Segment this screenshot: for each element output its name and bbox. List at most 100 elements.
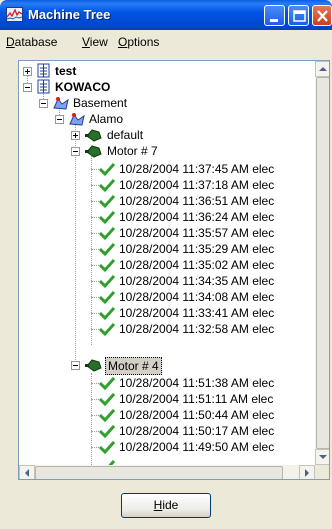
scroll-down-button[interactable] (315, 449, 329, 465)
maximize-icon (293, 10, 306, 22)
database-icon (37, 79, 50, 94)
tree-node-measurement[interactable]: 10/28/2004 11:50:44 AM elec (19, 407, 309, 423)
tree-node-measurement[interactable]: 10/28/2004 11:51:11 AM elec (19, 391, 309, 407)
minimize-icon (270, 19, 278, 22)
tree-node-measurement[interactable]: 10/28/2004 11:35:02 AM elec (19, 257, 309, 273)
tree-node-measurement[interactable]: 10/28/2004 11:35:57 AM elec (19, 225, 309, 241)
expand-toggle[interactable] (71, 131, 80, 140)
measurement-label: 10/28/2004 11:50:44 AM elec (119, 408, 275, 422)
menu-view-accel: V (82, 35, 90, 49)
tree-node-default[interactable]: default (19, 127, 309, 143)
tree-node-measurement[interactable]: 10/28/2004 11:34:35 AM elec (19, 273, 309, 289)
checkmark-icon (99, 408, 115, 423)
measurement-label: 10/28/2004 11:34:08 AM elec (119, 290, 275, 304)
tree-node-label: Motor # 4 (105, 357, 162, 375)
motor-icon (85, 129, 102, 142)
tree-node-alamo[interactable]: Alamo (19, 111, 309, 127)
collapse-toggle[interactable] (71, 147, 80, 156)
measurement-label: 10/28/2004 11:36:24 AM elec (119, 210, 275, 224)
menu-database-accel: D (6, 35, 15, 49)
machine-tree-view[interactable]: test KOWACO Basement Alamo default Motor… (18, 60, 330, 480)
vertical-scroll-thumb[interactable] (316, 77, 329, 449)
machine-tree-window: Machine Tree Database View Options test … (0, 0, 332, 529)
menu-view-rest: iew (89, 35, 108, 49)
maximize-button[interactable] (288, 5, 309, 26)
checkmark-icon (99, 162, 115, 177)
menu-options-rest: ptions (127, 35, 160, 49)
measurement-label: 10/28/2004 11:36:51 AM elec (119, 194, 275, 208)
checkmark-icon (99, 392, 115, 407)
tree-node-measurement[interactable]: 10/28/2004 11:35:29 AM elec (19, 241, 309, 257)
scroll-right-button[interactable] (299, 465, 315, 479)
checkmark-icon (99, 226, 115, 241)
tree-node-label: Basement (73, 96, 128, 110)
hide-button-rest: ide (162, 498, 179, 512)
tree-node-motor-4[interactable]: Motor # 4 (19, 357, 309, 375)
expand-toggle[interactable] (23, 67, 32, 76)
checkmark-icon (99, 424, 115, 439)
menu-options[interactable]: Options (118, 35, 159, 49)
motor-icon (85, 145, 102, 158)
tree-node-measurement[interactable]: 10/28/2004 11:36:51 AM elec (19, 193, 309, 209)
measurement-label: 10/28/2004 11:35:57 AM elec (119, 226, 275, 240)
measurement-label: 10/28/2004 11:51:11 AM elec (119, 392, 274, 406)
measurement-label: 10/28/2004 11:37:45 AM elec (119, 162, 275, 176)
database-icon (37, 63, 50, 78)
checkmark-icon (99, 210, 115, 225)
checkmark-icon (99, 290, 115, 305)
tree-node-label: Motor # 7 (107, 144, 158, 158)
measurement-label: 10/28/2004 11:35:02 AM elec (119, 258, 275, 272)
tree-node-test[interactable]: test (19, 63, 309, 79)
scroll-left-button[interactable] (19, 465, 35, 479)
menu-bar: Database View Options (0, 30, 332, 54)
area-icon (69, 113, 85, 126)
tree-node-measurement[interactable]: 10/28/2004 11:32:58 AM elec (19, 321, 309, 337)
collapse-toggle[interactable] (23, 83, 32, 92)
horizontal-scroll-thumb[interactable] (35, 466, 283, 479)
checkmark-icon (99, 242, 115, 257)
tree-node-motor-7[interactable]: Motor # 7 (19, 143, 309, 159)
menu-view[interactable]: View (82, 35, 108, 49)
close-icon (317, 10, 328, 22)
measurement-label: 10/28/2004 11:50:17 AM elec (119, 424, 275, 438)
plant-icon (53, 97, 69, 110)
menu-database-rest: atabase (14, 35, 58, 49)
tree-node-basement[interactable]: Basement (19, 95, 309, 111)
measurement-label: 10/28/2004 11:34:35 AM elec (119, 274, 275, 288)
app-icon (6, 7, 23, 22)
checkmark-icon (99, 306, 115, 321)
title-bar[interactable]: Machine Tree (0, 0, 332, 30)
vertical-scrollbar[interactable] (315, 61, 329, 465)
checkmark-icon (99, 258, 115, 273)
checkmark-icon (99, 322, 115, 337)
tree-node-measurement[interactable]: 10/28/2004 11:34:08 AM elec (19, 289, 309, 305)
tree-node-measurement[interactable]: 10/28/2004 11:37:45 AM elec (19, 161, 309, 177)
checkmark-icon (99, 194, 115, 209)
tree-node-label: test (55, 64, 77, 78)
measurement-label: 10/28/2004 11:33:41 AM elec (119, 306, 275, 320)
tree-node-measurement[interactable]: 10/28/2004 11:36:24 AM elec (19, 209, 309, 225)
minimize-button[interactable] (264, 5, 285, 26)
checkmark-icon (99, 376, 115, 391)
tree-node-measurement[interactable]: 10/28/2004 11:50:17 AM elec (19, 423, 309, 439)
arrow-up-icon (319, 67, 327, 71)
motor-icon (85, 359, 102, 372)
collapse-toggle[interactable] (39, 99, 48, 108)
tree-node-label: Alamo (89, 112, 124, 126)
collapse-toggle[interactable] (55, 115, 64, 124)
menu-options-accel: O (118, 35, 128, 49)
scroll-up-button[interactable] (315, 61, 329, 77)
left-edge (0, 54, 18, 529)
tree-node-measurement[interactable]: 10/28/2004 11:37:18 AM elec (19, 177, 309, 193)
tree-node-measurement[interactable]: 10/28/2004 11:33:41 AM elec (19, 305, 309, 321)
menu-database[interactable]: Database (6, 35, 57, 49)
measurement-label: 10/28/2004 11:32:58 AM elec (119, 322, 275, 336)
hide-button[interactable]: Hide (121, 493, 211, 518)
close-button[interactable] (312, 5, 332, 26)
scrollbar-corner (315, 465, 329, 479)
horizontal-scrollbar[interactable] (19, 465, 315, 479)
tree-node-kowaco[interactable]: KOWACO (19, 79, 309, 95)
collapse-toggle[interactable] (71, 361, 80, 370)
tree-node-measurement[interactable]: 10/28/2004 11:51:38 AM elec (19, 375, 309, 391)
measurement-label: 10/28/2004 11:35:29 AM elec (119, 242, 275, 256)
